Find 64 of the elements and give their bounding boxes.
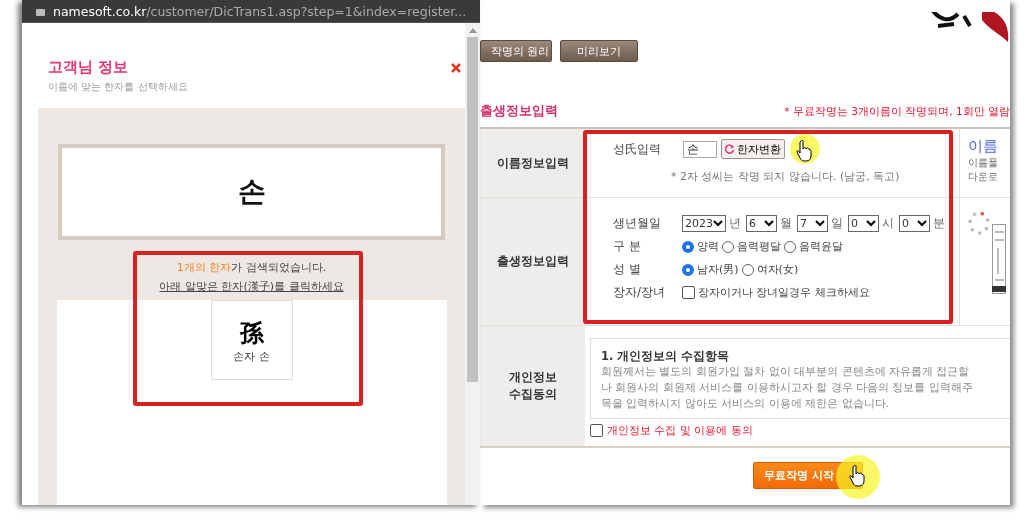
- radio-button[interactable]: [682, 263, 694, 276]
- checkbox[interactable]: [590, 424, 603, 437]
- chevron-icon: [764, 220, 774, 227]
- hand-cursor-icon: [796, 140, 812, 162]
- terms-text: 나 회원사의 회원제 서비스를 이용하시고자 할 경우 다음의 정보를 입력해주: [601, 380, 974, 396]
- unit-label: 일: [831, 215, 843, 232]
- hand-cursor-icon: [849, 465, 865, 487]
- chevron-icon: [815, 220, 825, 227]
- radio-button[interactable]: [682, 240, 694, 253]
- hanja-card[interactable]: 孫 손자 손: [210, 300, 293, 380]
- row-label: 개인정보 수집동의: [480, 326, 585, 446]
- unit-label: 분: [933, 215, 945, 232]
- ad-text: 이름풀: [968, 156, 999, 170]
- url-text: namesoft.co.kr/customer/DicTrans1.asp?step=1&index=register...: [53, 3, 467, 19]
- unit-label: 년: [729, 215, 741, 232]
- chevron-icon: [713, 220, 723, 227]
- row-label: 출생정보입력: [480, 198, 585, 325]
- lock-icon: [36, 6, 45, 16]
- ad-text: 다운로: [968, 170, 999, 184]
- radio-label: 음력윤달: [799, 239, 843, 254]
- name-display: 손: [58, 144, 445, 240]
- terms-text: 회원께서는 별도의 회원가입 절차 없이 대부분의 콘텐츠에 자유롭게 접근할: [601, 364, 971, 380]
- up-arrow-icon: [468, 28, 477, 33]
- tab-button[interactable]: 작명의 원리: [480, 40, 552, 62]
- instruction-link[interactable]: 아래 알맞은 한자(漢子)를 클릭하세요: [159, 279, 344, 294]
- field-label: 구 분: [613, 238, 642, 255]
- tab-button[interactable]: 미리보기: [560, 40, 638, 62]
- radio-label: 음력평달: [737, 239, 781, 254]
- ad-title: 이름: [968, 137, 999, 156]
- radio-label: 여자(女): [756, 262, 799, 277]
- popup-subtitle: 이름에 맞는 한자를 선택하세요: [47, 80, 189, 94]
- dropdown[interactable]: 0: [899, 215, 930, 232]
- field-label: 성 별: [613, 261, 642, 278]
- notice-text: * 무료작명는 3개이름이 작명되며, 1회만 열람: [784, 105, 1010, 119]
- chevron-icon: [917, 220, 927, 227]
- chevron-icon: [866, 220, 876, 227]
- terms-text: 목을 입력하시지 않아도 서비스의 이용에 제한은 없습니다.: [601, 396, 891, 412]
- hint-text: * 2자 성씨는 작명 되지 않습니다. (남궁, 독고): [671, 169, 900, 184]
- radio-label: 남자(男): [697, 262, 739, 277]
- unit-label: 시: [882, 215, 894, 232]
- checkbox[interactable]: [682, 286, 695, 299]
- field-label: 생년월일: [613, 215, 662, 232]
- terms-heading: 1. 개인정보의 수집항목: [601, 349, 731, 364]
- radio-label: 양력: [697, 239, 719, 254]
- dropdown[interactable]: 2023: [682, 215, 726, 232]
- checkbox-label: 장자이거나 장녀일경우 체크하세요: [698, 285, 870, 300]
- result-text: 1개의 한자가 검색되었습니다.: [176, 260, 327, 275]
- scrollbar[interactable]: [465, 23, 480, 505]
- surname-field[interactable]: 손: [683, 140, 717, 158]
- checkbox-label: 개인정보 수집 및 이용에 동의: [607, 423, 753, 438]
- spinner-icon: [968, 210, 990, 236]
- refresh-icon: [725, 144, 735, 154]
- unit-label: 월: [780, 215, 792, 232]
- dropdown[interactable]: 7: [797, 215, 828, 232]
- field-label: 성氏입력: [613, 140, 662, 158]
- row-label: 이름정보입력: [480, 129, 585, 197]
- dropdown[interactable]: 0: [848, 215, 879, 232]
- popup-title: 고객님 정보: [48, 58, 129, 77]
- field-label: 장자/장녀: [613, 284, 667, 301]
- dropdown[interactable]: 6: [746, 215, 777, 232]
- section-title: 출생정보입력: [480, 102, 558, 120]
- convert-button[interactable]: 한자변환: [721, 139, 785, 159]
- document-thumbnail-icon: [992, 224, 1006, 294]
- close-icon[interactable]: [451, 62, 461, 73]
